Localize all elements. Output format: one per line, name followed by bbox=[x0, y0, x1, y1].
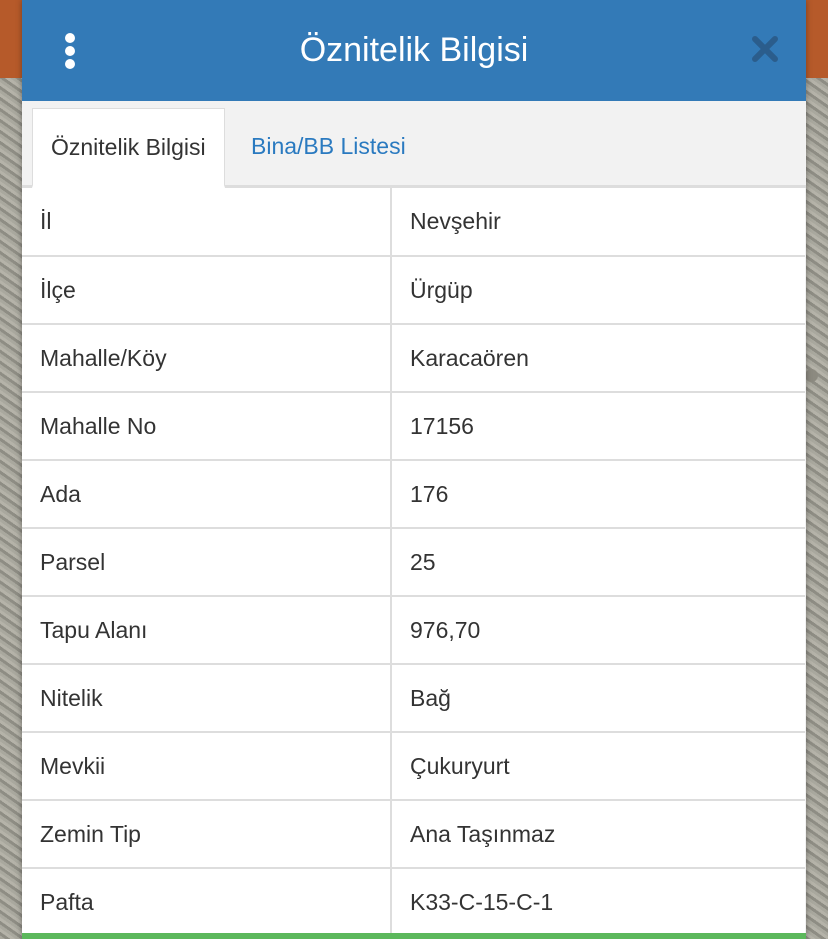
attribute-label: Ada bbox=[22, 460, 392, 529]
attribute-label: Parsel bbox=[22, 528, 392, 597]
attribute-dialog: Öznitelik Bilgisi Öznitelik Bilgisi Bina… bbox=[22, 0, 806, 939]
attribute-label: Zemin Tip bbox=[22, 800, 392, 869]
attribute-value: Çukuryurt bbox=[391, 732, 805, 801]
attribute-label: Tapu Alanı bbox=[22, 596, 392, 665]
attribute-label: Mahalle No bbox=[22, 392, 392, 461]
attribute-value: Ana Taşınmaz bbox=[391, 800, 805, 869]
table-row: Pafta K33-C-15-C-1 bbox=[22, 868, 805, 937]
attribute-value: Ürgüp bbox=[391, 256, 805, 325]
attribute-table: İl Nevşehir İlçe Ürgüp Mahalle/Köy Karac… bbox=[22, 188, 805, 937]
close-icon[interactable] bbox=[750, 34, 780, 64]
dialog-title: Öznitelik Bilgisi bbox=[299, 31, 529, 69]
table-row: Tapu Alanı 976,70 bbox=[22, 596, 805, 665]
attribute-label: İlçe bbox=[22, 256, 392, 325]
table-row: Mahalle No 17156 bbox=[22, 392, 805, 461]
attribute-label: Mevkii bbox=[22, 732, 392, 801]
dialog-header: Öznitelik Bilgisi bbox=[22, 0, 806, 101]
table-row: Ada 176 bbox=[22, 460, 805, 529]
attribute-value: Karacaören bbox=[391, 324, 805, 393]
attribute-value: K33-C-15-C-1 bbox=[391, 868, 805, 937]
table-row: İl Nevşehir bbox=[22, 188, 805, 257]
table-row: İlçe Ürgüp bbox=[22, 256, 805, 325]
table-row: Mevkii Çukuryurt bbox=[22, 732, 805, 801]
tab-bar: Öznitelik Bilgisi Bina/BB Listesi bbox=[22, 101, 806, 188]
attribute-value: 176 bbox=[391, 460, 805, 529]
attribute-value: 17156 bbox=[391, 392, 805, 461]
dialog-footer-accent bbox=[22, 933, 806, 939]
attribute-label: Pafta bbox=[22, 868, 392, 937]
table-row: Nitelik Bağ bbox=[22, 664, 805, 733]
attribute-label: Mahalle/Köy bbox=[22, 324, 392, 393]
tab-oznitelik-bilgisi[interactable]: Öznitelik Bilgisi bbox=[32, 108, 225, 188]
table-row: Mahalle/Köy Karacaören bbox=[22, 324, 805, 393]
attribute-label: İl bbox=[22, 188, 392, 257]
attribute-value: Nevşehir bbox=[391, 188, 805, 257]
attribute-value: 25 bbox=[391, 528, 805, 597]
table-row: Zemin Tip Ana Taşınmaz bbox=[22, 800, 805, 869]
attribute-value: 976,70 bbox=[391, 596, 805, 665]
table-row: Parsel 25 bbox=[22, 528, 805, 597]
attribute-value: Bağ bbox=[391, 664, 805, 733]
tab-bina-bb-listesi[interactable]: Bina/BB Listesi bbox=[233, 108, 424, 185]
attribute-label: Nitelik bbox=[22, 664, 392, 733]
